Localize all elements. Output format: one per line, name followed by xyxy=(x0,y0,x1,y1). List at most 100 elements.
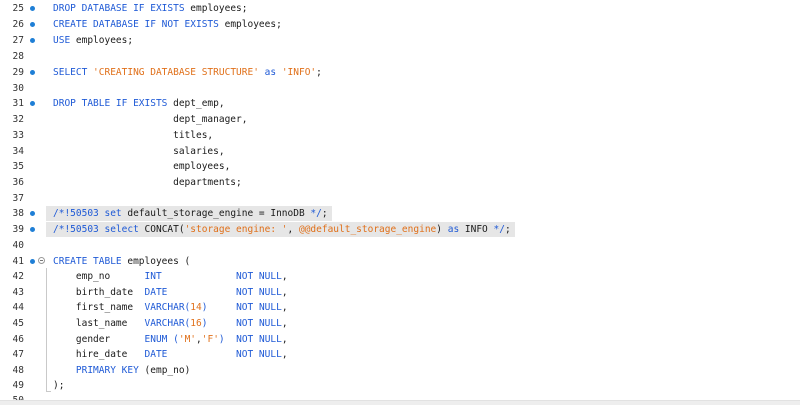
line-number: 32 xyxy=(12,113,24,125)
line-number: 37 xyxy=(12,192,24,204)
code-token: VARCHAR( xyxy=(144,301,191,313)
code-line[interactable]: 50 xyxy=(0,393,800,401)
code-token: 'F' xyxy=(201,333,219,345)
line-number: 33 xyxy=(12,129,24,141)
code-line[interactable]: 30 xyxy=(0,81,800,97)
gutter-marker[interactable] xyxy=(24,347,46,363)
code-token: 'storage engine: ' xyxy=(184,223,288,235)
code-line[interactable]: 35 employees, xyxy=(0,159,800,175)
code-line[interactable]: 27 USE employees; xyxy=(0,33,800,49)
code-line[interactable]: 33 titles, xyxy=(0,128,800,144)
code-line[interactable]: 41 CREATE TABLE employees ( xyxy=(0,254,800,270)
code-line[interactable]: 46 gender ENUM ('M', 'F') NOT NULL, xyxy=(0,332,800,348)
code-token: as xyxy=(258,66,282,78)
gutter-marker[interactable] xyxy=(24,269,46,285)
code-text: hire_date DATE NOT NULL, xyxy=(46,347,288,363)
code-line[interactable]: 32 dept_manager, xyxy=(0,112,800,128)
code-token: DROP TABLE IF EXISTS xyxy=(53,97,174,109)
gutter-marker[interactable] xyxy=(24,1,46,17)
gutter-marker[interactable] xyxy=(24,222,46,238)
code-token: ; xyxy=(504,223,511,235)
code-line[interactable]: 36 departments; xyxy=(0,175,800,191)
code-text: emp_no INT NOT NULL, xyxy=(46,269,288,285)
line-number: 27 xyxy=(12,34,24,46)
line-number: 25 xyxy=(12,2,24,14)
code-line[interactable]: 26 CREATE DATABASE IF NOT EXISTS employee… xyxy=(0,17,800,33)
line-number: 47 xyxy=(12,348,24,360)
statement-dot-icon xyxy=(30,69,35,75)
code-line[interactable]: 49); xyxy=(0,378,800,394)
code-token: 14 xyxy=(190,301,202,313)
code-text: CREATE DATABASE IF NOT EXISTS employees; xyxy=(46,17,282,33)
code-token: employees; xyxy=(190,2,248,14)
code-line[interactable]: 44 first_name VARCHAR(14) NOT NULL, xyxy=(0,300,800,316)
gutter-marker[interactable] xyxy=(24,316,46,332)
code-line[interactable]: 45 last_name VARCHAR(16) NOT NULL, xyxy=(0,316,800,332)
gutter-marker[interactable] xyxy=(24,65,46,81)
gutter-marker[interactable] xyxy=(24,363,46,379)
gutter-marker[interactable] xyxy=(24,285,46,301)
code-token: VARCHAR( xyxy=(144,317,191,329)
gutter-marker[interactable] xyxy=(24,33,46,49)
gutter-marker[interactable] xyxy=(24,393,46,401)
code-token: last_name xyxy=(53,317,145,329)
code-text: /*!50503 set default_storage_engine = In… xyxy=(46,205,332,222)
code-text: dept_manager, xyxy=(46,112,247,128)
gutter-marker[interactable] xyxy=(24,81,46,97)
gutter-marker[interactable] xyxy=(24,49,46,65)
gutter-marker[interactable] xyxy=(24,144,46,160)
code-token: ); xyxy=(53,379,65,391)
gutter-marker[interactable] xyxy=(24,191,46,207)
code-token: salaries, xyxy=(53,145,225,157)
gutter-marker[interactable] xyxy=(24,238,46,254)
gutter-marker[interactable] xyxy=(24,175,46,191)
code-token: select xyxy=(104,223,145,235)
gutter-marker[interactable] xyxy=(24,300,46,316)
gutter-marker[interactable] xyxy=(24,254,46,270)
gutter-marker[interactable] xyxy=(24,378,46,394)
code-token: , xyxy=(281,270,288,282)
code-line[interactable]: 31 DROP TABLE IF EXISTS dept_emp, xyxy=(0,96,800,112)
line-number: 42 xyxy=(12,270,24,282)
code-line[interactable]: 39 /*!50503 select CONCAT('storage engine… xyxy=(0,221,800,238)
code-token: NOT NULL xyxy=(236,348,282,360)
code-line[interactable]: 40 xyxy=(0,238,800,254)
code-token: DROP DATABASE IF EXISTS xyxy=(53,2,191,14)
code-line[interactable]: 43 birth_date DATE NOT NULL, xyxy=(0,285,800,301)
code-token: PRIMARY KEY xyxy=(75,364,145,376)
code-token: ) xyxy=(436,223,448,235)
code-line[interactable]: 47 hire_date DATE NOT NULL, xyxy=(0,347,800,363)
fold-toggle-icon[interactable] xyxy=(38,256,45,264)
line-number: 26 xyxy=(12,18,24,30)
code-text: /*!50503 select CONCAT('storage engine: … xyxy=(46,221,515,238)
horizontal-scrollbar[interactable] xyxy=(0,400,800,405)
code-line[interactable]: 37 xyxy=(0,191,800,207)
code-token: dept_emp, xyxy=(173,97,225,109)
code-token: 'M' xyxy=(178,333,197,345)
code-token: emp_no xyxy=(53,270,145,282)
code-line[interactable]: 34 salaries, xyxy=(0,144,800,160)
code-line[interactable]: 42 emp_no INT NOT NULL, xyxy=(0,269,800,285)
code-token: first_name xyxy=(53,301,145,313)
code-line[interactable]: 38 /*!50503 set default_storage_engine = … xyxy=(0,205,800,222)
gutter-marker[interactable] xyxy=(24,159,46,175)
sql-editor[interactable]: 25 DROP DATABASE IF EXISTS employees; 26 CR… xyxy=(0,0,800,400)
gutter-marker[interactable] xyxy=(24,17,46,33)
gutter-marker[interactable] xyxy=(24,128,46,144)
gutter-marker[interactable] xyxy=(24,96,46,112)
code-token: , xyxy=(281,301,288,313)
code-token: NOT NULL xyxy=(236,286,282,298)
gutter-marker[interactable] xyxy=(24,332,46,348)
code-line[interactable]: 48 PRIMARY KEY (emp_no) xyxy=(0,363,800,379)
code-token: , xyxy=(281,286,288,298)
code-line[interactable]: 28 xyxy=(0,49,800,65)
gutter-marker[interactable] xyxy=(24,206,46,222)
code-token: DATE xyxy=(144,348,168,360)
code-line[interactable]: 29 SELECT 'CREATING DATABASE STRUCTURE' a… xyxy=(0,65,800,81)
gutter-marker[interactable] xyxy=(24,112,46,128)
code-line[interactable]: 25 DROP DATABASE IF EXISTS employees; xyxy=(0,1,800,17)
